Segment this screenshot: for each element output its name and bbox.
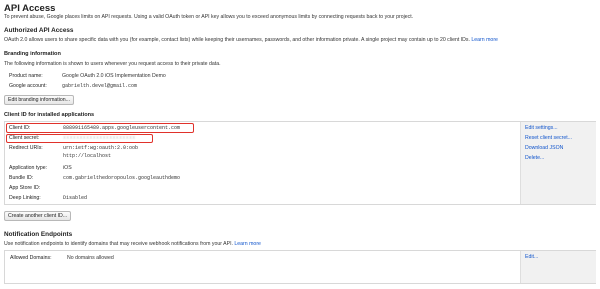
notifications-actions-sidebar: Edit...	[520, 251, 596, 283]
client-secret-highlight	[6, 134, 153, 143]
notifications-heading: Notification Endpoints	[4, 231, 73, 238]
app-store-id-row: App Store ID:	[5, 184, 595, 194]
notifications-learn-more-link[interactable]: Learn more	[234, 241, 261, 247]
client-heading: Client ID for installed applications	[4, 112, 95, 118]
deep-linking-row: Deep Linking: Disabled	[5, 194, 595, 204]
oauth-description-text: OAuth 2.0 allows users to share specific…	[4, 37, 470, 43]
google-account-value: gabrielth.devel@gmail.com	[62, 83, 138, 89]
redirect-uri-1: urn:ietf:wg:oauth:2.0:oob	[63, 145, 139, 151]
oauth-description: OAuth 2.0 allows users to share specific…	[4, 37, 498, 43]
bundle-id-value: com.gabrielthedoropoulos.googleauthdemo	[63, 175, 181, 181]
branding-description: The following information is shown to us…	[4, 61, 221, 67]
deep-linking-value: Disabled	[63, 195, 88, 201]
edit-branding-button[interactable]: Edit branding information...	[4, 95, 74, 105]
redirect-uri-2: http://localhost	[63, 153, 112, 159]
application-type-label: Application type:	[9, 165, 48, 171]
notifications-description-text: Use notification endpoints to identify d…	[4, 241, 233, 247]
app-store-id-label: App Store ID:	[9, 185, 41, 191]
oauth-heading: Authorized API Access	[4, 27, 74, 34]
google-account-label: Google account:	[9, 83, 47, 89]
branding-heading: Branding information	[4, 51, 61, 57]
notifications-panel: Edit... Allowed Domains: No domains allo…	[4, 250, 596, 284]
allowed-domains-label: Allowed Domains:	[10, 255, 52, 261]
page-title: API Access	[4, 3, 56, 14]
product-name-value: Google OAuth 2.0 iOS Implementation Demo	[62, 73, 166, 79]
application-type-row: Application type: iOS	[5, 164, 595, 174]
oauth-learn-more-link[interactable]: Learn more	[471, 37, 498, 43]
deep-linking-label: Deep Linking:	[9, 195, 41, 201]
bundle-id-label: Bundle ID:	[9, 175, 34, 181]
edit-domains-link[interactable]: Edit...	[525, 254, 538, 260]
application-type-value: iOS	[63, 165, 72, 171]
create-client-id-button[interactable]: Create another client ID...	[4, 211, 72, 221]
redirect-uris-label: Redirect URIs:	[9, 145, 43, 151]
page-intro: To prevent abuse, Google places limits o…	[4, 14, 414, 20]
notifications-description: Use notification endpoints to identify d…	[4, 241, 261, 247]
bundle-id-row: Bundle ID: com.gabrielthedoropoulos.goog…	[5, 174, 595, 184]
redirect-uris-row: Redirect URIs: urn:ietf:wg:oauth:2.0:oob…	[5, 144, 595, 162]
client-id-highlight	[6, 123, 194, 133]
product-name-label: Product name:	[9, 73, 43, 79]
allowed-domains-value: No domains allowed	[67, 255, 114, 261]
client-panel: Edit settings... Reset client secret... …	[4, 121, 596, 205]
